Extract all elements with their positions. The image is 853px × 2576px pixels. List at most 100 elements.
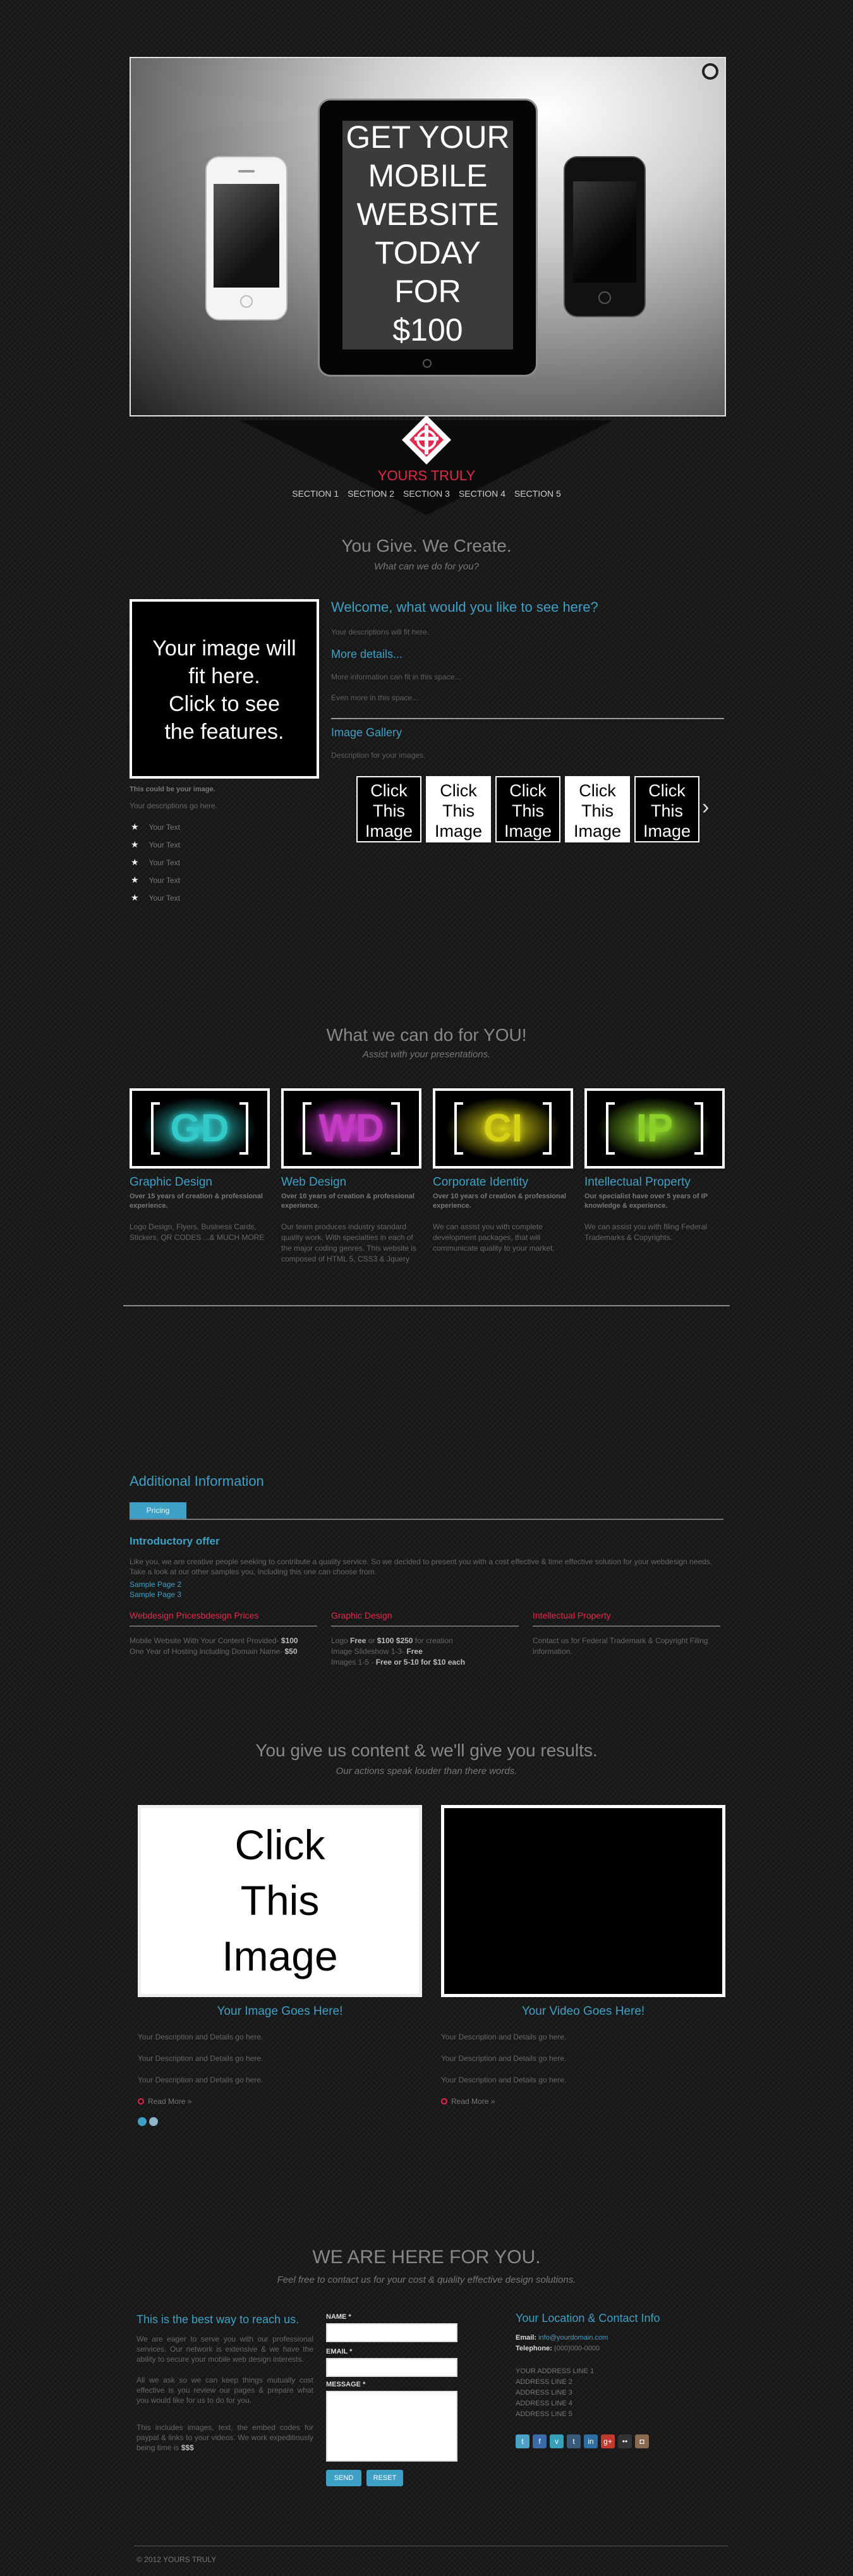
pager-dot[interactable]	[149, 2117, 158, 2126]
service-image-gd[interactable]: GD	[130, 1088, 270, 1169]
read-more-link[interactable]: Read More »	[441, 2097, 495, 2106]
message-field[interactable]	[326, 2391, 457, 2462]
name-field[interactable]	[326, 2323, 457, 2342]
black-phone-image	[564, 156, 646, 317]
more-details-title: More details...	[331, 648, 403, 660]
nav-section-4[interactable]: SECTION 4	[459, 489, 505, 499]
feature-list-item: ★ Your Text	[131, 875, 180, 885]
pane-description: Your Description and Details go here.	[441, 2032, 567, 2041]
nav-section-1[interactable]: SECTION 1	[292, 489, 339, 499]
service-title: Intellectual Property	[584, 1176, 691, 1189]
email-label: EMAIL *	[326, 2348, 353, 2355]
gallery-thumb[interactable]: Click This Image	[356, 776, 421, 842]
name-label: NAME *	[326, 2313, 351, 2321]
gallery-thumb[interactable]: Click This Image	[565, 776, 630, 842]
star-icon: ★	[131, 822, 139, 832]
location-title: Your Location & Contact Info	[516, 2312, 660, 2324]
service-title: Web Design	[281, 1176, 347, 1189]
pane-description: Your Description and Details go here.	[138, 2054, 263, 2063]
address-line: ADDRESS LINE 4	[516, 2400, 572, 2407]
service-title: Graphic Design	[130, 1176, 212, 1189]
nav-section-3[interactable]: SECTION 3	[403, 489, 450, 499]
nav-section-5[interactable]: SECTION 5	[514, 489, 561, 499]
vimeo-icon[interactable]: v	[550, 2434, 564, 2448]
service-subtitle: Our specialist have over 5 years of IP k…	[584, 1193, 708, 1210]
video-panel[interactable]	[441, 1805, 725, 1997]
service-image-wd[interactable]: WD	[281, 1088, 421, 1169]
telephone-info: Telephone: (000)000-0000	[516, 2345, 600, 2352]
instagram-icon[interactable]: ◘	[635, 2434, 649, 2448]
service-subtitle: Over 15 years of creation & professional…	[130, 1193, 263, 1210]
feature-caption: This could be your image.	[130, 786, 215, 793]
star-icon: ★	[131, 839, 139, 849]
pane-description: Your Description and Details go here.	[441, 2054, 567, 2063]
read-more-link[interactable]: Read More »	[138, 2097, 191, 2106]
twitter-icon[interactable]: t	[516, 2434, 529, 2448]
logo-icon[interactable]	[401, 414, 452, 466]
more-details-line: Even more in this space...	[331, 693, 419, 702]
address-line: ADDRESS LINE 5	[516, 2410, 572, 2418]
facebook-icon[interactable]: f	[533, 2434, 547, 2448]
gallery-title: Image Gallery	[331, 726, 402, 739]
offer-title: Introductory offer	[130, 1535, 220, 1547]
reach-title: This is the best way to reach us.	[136, 2313, 299, 2326]
divider	[123, 1305, 730, 1306]
pane-description: Your Description and Details go here.	[138, 2032, 263, 2041]
linkedin-icon[interactable]: in	[584, 2434, 598, 2448]
service-body: Our team produces industry standard qual…	[281, 1222, 416, 1263]
email-link[interactable]: info@yourdomain.com	[538, 2334, 608, 2342]
divider	[130, 1625, 317, 1627]
googleplus-icon[interactable]: g+	[601, 2434, 615, 2448]
chevron-right-icon[interactable]: ›	[702, 795, 709, 820]
hero-slider[interactable]: GET YOUR MOBILE WEBSITE TODAY FOR $100	[130, 57, 726, 416]
white-phone-image	[205, 156, 287, 320]
gallery-thumb[interactable]: Click This Image	[426, 776, 491, 842]
address-line: ADDRESS LINE 2	[516, 2378, 572, 2386]
star-icon: ★	[131, 875, 139, 885]
slider-loader-icon	[702, 63, 718, 80]
brand-name: YOURS TRULY	[377, 468, 476, 483]
email-info: Email: info@yourdomain.com	[516, 2334, 608, 2342]
welcome-description: Your descriptions will fit here.	[331, 628, 429, 636]
divider	[331, 1625, 519, 1627]
tab-pricing[interactable]: Pricing	[130, 1502, 186, 1519]
price-column-text: Logo Free or $100 $250 for creation Imag…	[331, 1636, 466, 1667]
section1-subtitle: What can we do for you?	[374, 561, 479, 572]
gallery-thumb[interactable]: Click This Image	[634, 776, 699, 842]
price-column-text: Contact us for Federal Trademark & Copyr…	[533, 1636, 708, 1656]
star-icon: ★	[131, 857, 139, 867]
email-field[interactable]	[326, 2358, 457, 2377]
service-image-ip[interactable]: IP	[584, 1088, 725, 1169]
divider	[331, 718, 724, 719]
address-line: YOUR ADDRESS LINE 1	[516, 2367, 595, 2375]
gallery-description: Description for your images.	[331, 751, 426, 760]
reset-button[interactable]: RESET	[366, 2470, 403, 2486]
service-subtitle: Over 10 years of creation & professional…	[433, 1193, 566, 1210]
sample-page-link[interactable]: Sample Page 2	[130, 1580, 181, 1589]
pane-description: Your Description and Details go here.	[441, 2075, 567, 2084]
price-column-text: Mobile Website With Your Content Provide…	[130, 1636, 298, 1656]
price-column-title: Graphic Design	[331, 1610, 392, 1620]
message-label: MESSAGE *	[326, 2381, 366, 2388]
pager-dot-active[interactable]	[138, 2117, 147, 2126]
sample-page-link[interactable]: Sample Page 3	[130, 1590, 181, 1599]
feature-list-item: ★ Your Text	[131, 839, 180, 849]
section2-subtitle: Assist with your presentations.	[362, 1049, 491, 1060]
feature-image-box[interactable]: Your image will fit here. Click to see t…	[130, 599, 319, 779]
service-body: We can assist you with complete developm…	[433, 1222, 555, 1253]
contact-title: WE ARE HERE FOR YOU.	[312, 2247, 541, 2268]
tumblr-icon[interactable]: t	[567, 2434, 581, 2448]
feature-list-item: ★ Your Text	[131, 822, 180, 832]
bullet-ring-icon	[138, 2098, 144, 2105]
service-image-ci[interactable]: CI	[433, 1088, 573, 1169]
send-button[interactable]: SEND	[326, 2470, 361, 2486]
copyright: © 2012 YOURS TRULY	[136, 2555, 217, 2564]
gallery-thumb[interactable]: Click This Image	[495, 776, 560, 842]
price-column-title: Intellectual Property	[533, 1610, 611, 1620]
image-pane-title: Your Image Goes Here!	[217, 2005, 343, 2018]
section4-subtitle: Our actions speak louder than there word…	[336, 1766, 517, 1777]
flickr-icon[interactable]: ••	[618, 2434, 632, 2448]
image-panel[interactable]: Click This Image	[138, 1805, 422, 1997]
pane-description: Your Description and Details go here.	[138, 2075, 263, 2084]
nav-section-2[interactable]: SECTION 2	[348, 489, 394, 499]
